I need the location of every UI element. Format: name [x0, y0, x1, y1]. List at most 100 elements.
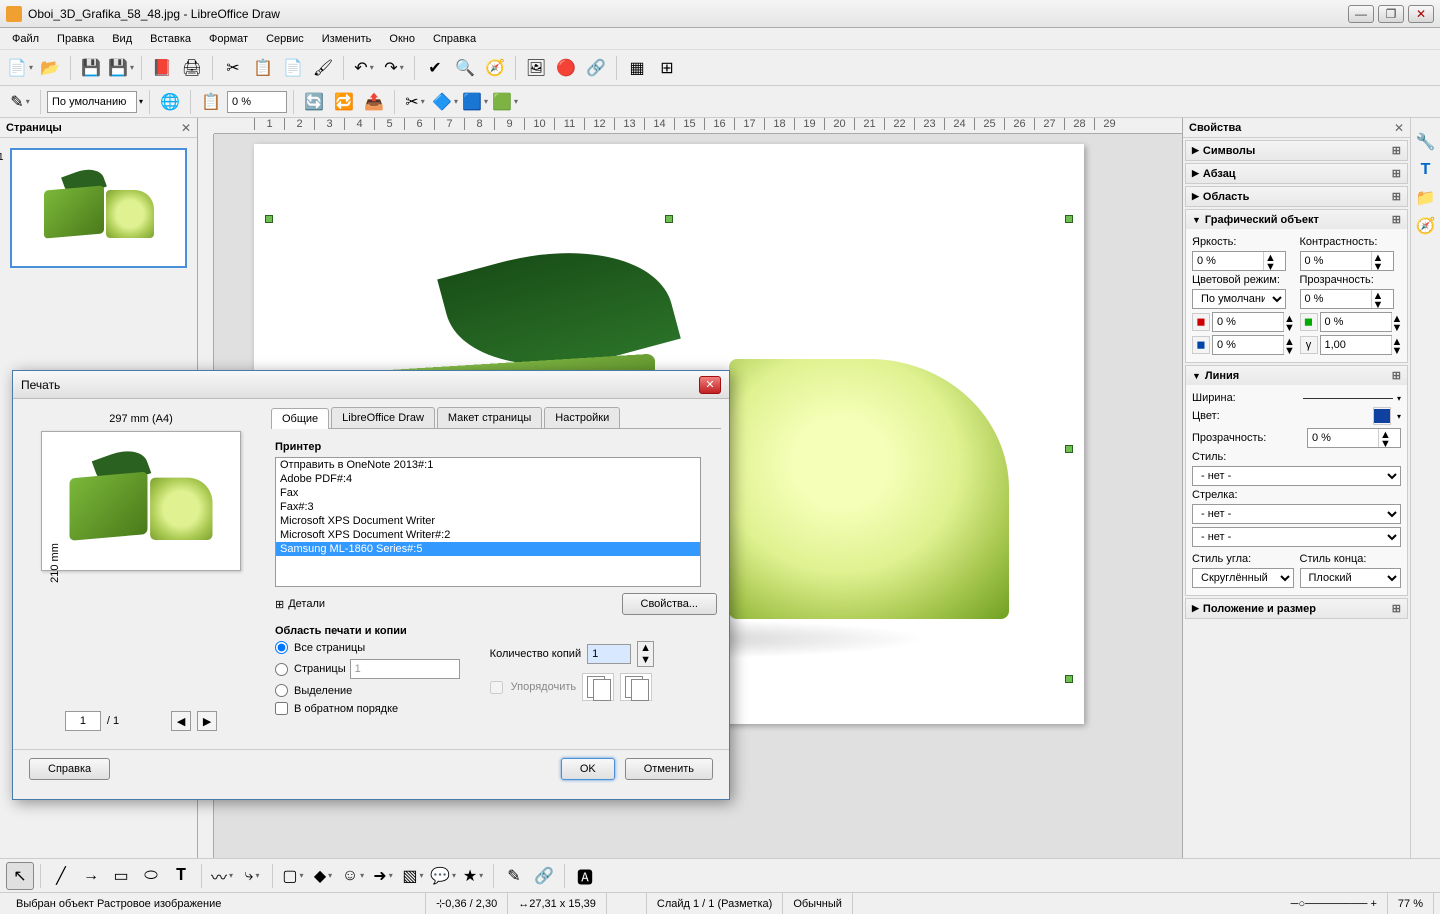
- printer-option[interactable]: Microsoft XPS Document Writer: [276, 514, 700, 528]
- new-button[interactable]: 📄▾: [6, 54, 34, 82]
- dialog-close-button[interactable]: ✕: [699, 376, 721, 394]
- brightness-input[interactable]: ▲▼: [1192, 251, 1286, 271]
- menu-view[interactable]: Вид: [104, 31, 140, 47]
- section-area[interactable]: ▶Область⊞: [1186, 187, 1407, 206]
- zoom-slider[interactable]: ─○──────── +: [1281, 893, 1388, 914]
- copy-button[interactable]: 📋: [249, 54, 277, 82]
- colormode-select[interactable]: По умолчанию: [1192, 289, 1286, 309]
- section-position[interactable]: ▶Положение и размер⊞: [1186, 599, 1407, 618]
- select-tool[interactable]: ↖: [6, 862, 34, 890]
- rotate-button[interactable]: 🔄: [300, 88, 328, 116]
- arrow-end-select[interactable]: - нет -: [1192, 527, 1401, 547]
- hyperlink-button[interactable]: 🔗: [582, 54, 610, 82]
- cancel-button[interactable]: Отменить: [625, 758, 713, 780]
- radio-all[interactable]: Все страницы: [275, 641, 460, 654]
- gallery-icon[interactable]: 📁: [1414, 186, 1438, 210]
- curve-tool[interactable]: 〰▾: [208, 862, 236, 890]
- style-combo[interactable]: [47, 91, 137, 113]
- arrow-start-select[interactable]: - нет -: [1192, 504, 1401, 524]
- mirror-button[interactable]: 🔁: [330, 88, 358, 116]
- tab-general[interactable]: Общие: [271, 408, 329, 429]
- connector-tool[interactable]: ⤷▾: [238, 862, 266, 890]
- wrench-icon[interactable]: 🔧: [1414, 130, 1438, 154]
- copies-input[interactable]: [587, 644, 631, 664]
- green-input[interactable]: ▲▼: [1320, 312, 1392, 332]
- printer-option[interactable]: Microsoft XPS Document Writer#:2: [276, 528, 700, 542]
- printer-option[interactable]: Fax#:3: [276, 500, 700, 514]
- smiley-shapes[interactable]: ☺▾: [339, 862, 367, 890]
- properties-close[interactable]: ✕: [1394, 121, 1404, 135]
- basic-shapes[interactable]: ▢▾: [279, 862, 307, 890]
- cap-select[interactable]: Плоский: [1300, 568, 1402, 588]
- blue-input[interactable]: ▲▼: [1212, 335, 1284, 355]
- grid-button[interactable]: ▦: [623, 54, 651, 82]
- line-trans-input[interactable]: ▲▼: [1307, 428, 1401, 448]
- cut-button[interactable]: ✂: [219, 54, 247, 82]
- paste-button[interactable]: 📄: [279, 54, 307, 82]
- menu-modify[interactable]: Изменить: [314, 31, 380, 47]
- ok-button[interactable]: OK: [561, 758, 615, 780]
- edit-points[interactable]: ✎: [500, 862, 528, 890]
- arrow-shape[interactable]: →: [77, 862, 105, 890]
- menu-edit[interactable]: Правка: [49, 31, 102, 47]
- compass-icon[interactable]: 🧭: [1414, 214, 1438, 238]
- red-input[interactable]: ▲▼: [1212, 312, 1284, 332]
- help-button[interactable]: Справка: [29, 758, 110, 780]
- print-button[interactable]: 🖨: [178, 54, 206, 82]
- details-label[interactable]: Детали: [288, 598, 325, 610]
- undo-button[interactable]: ↶▾: [350, 54, 378, 82]
- spacing-spin[interactable]: [227, 91, 287, 113]
- line-style-select[interactable]: - нет -: [1192, 466, 1401, 486]
- maximize-button[interactable]: ❐: [1378, 5, 1404, 23]
- glue-points[interactable]: 🔗: [530, 862, 558, 890]
- symbol-shapes[interactable]: ◆▾: [309, 862, 337, 890]
- spellcheck-button[interactable]: ✔: [421, 54, 449, 82]
- pages-panel-close[interactable]: ✕: [181, 121, 191, 135]
- navigator-button[interactable]: 🧭: [481, 54, 509, 82]
- redo-button[interactable]: ↷▾: [380, 54, 408, 82]
- printer-properties-button[interactable]: Свойства...: [622, 593, 717, 615]
- printer-option[interactable]: Fax: [276, 486, 700, 500]
- menu-insert[interactable]: Вставка: [142, 31, 199, 47]
- clipboard-icon[interactable]: 📋: [197, 88, 225, 116]
- arrow-shapes[interactable]: ➜▾: [369, 862, 397, 890]
- ellipse-shape[interactable]: ⬭: [137, 862, 165, 890]
- tab-layout[interactable]: Макет страницы: [437, 407, 542, 428]
- radio-selection[interactable]: Выделение: [275, 684, 460, 697]
- gamma-input[interactable]: ▲▼: [1320, 335, 1392, 355]
- chart-button[interactable]: 🔴: [552, 54, 580, 82]
- text-tool-icon[interactable]: T: [1414, 158, 1438, 182]
- flowchart-shapes[interactable]: ▧▾: [399, 862, 427, 890]
- color-swatch[interactable]: [1373, 407, 1391, 425]
- menu-help[interactable]: Справка: [425, 31, 484, 47]
- corner-select[interactable]: Скруглённый: [1192, 568, 1294, 588]
- line-tool[interactable]: ✎▾: [6, 88, 34, 116]
- globe-icon[interactable]: 🌐: [156, 88, 184, 116]
- saveas-button[interactable]: 💾▾: [107, 54, 135, 82]
- line-width-preview[interactable]: [1303, 398, 1393, 399]
- menu-file[interactable]: Файл: [4, 31, 47, 47]
- line-shape[interactable]: ╱: [47, 862, 75, 890]
- printer-option[interactable]: Samsung ML-1860 Series#:5: [276, 542, 700, 556]
- contrast-input[interactable]: ▲▼: [1300, 251, 1394, 271]
- menu-format[interactable]: Формат: [201, 31, 256, 47]
- tab-settings[interactable]: Настройки: [544, 407, 620, 428]
- details-expand[interactable]: ⊞: [275, 598, 284, 611]
- rect-shape[interactable]: ▭: [107, 862, 135, 890]
- preview-prev[interactable]: ◀: [171, 711, 191, 731]
- pages-input[interactable]: [350, 659, 460, 679]
- text-shape[interactable]: 𝐓: [167, 862, 195, 890]
- crop-button[interactable]: ⊞: [653, 54, 681, 82]
- tab-draw[interactable]: LibreOffice Draw: [331, 407, 435, 428]
- brush-button[interactable]: 🖌: [309, 54, 337, 82]
- preview-page-input[interactable]: [65, 711, 101, 731]
- radio-pages[interactable]: Страницы: [275, 659, 460, 679]
- exit-button[interactable]: 📤: [360, 88, 388, 116]
- printer-list[interactable]: Отправить в OneNote 2013#:1Adobe PDF#:4F…: [275, 457, 701, 587]
- zoom-value[interactable]: 77 %: [1388, 893, 1434, 914]
- menu-tools[interactable]: Сервис: [258, 31, 312, 47]
- save-button[interactable]: 💾: [77, 54, 105, 82]
- printer-option[interactable]: Отправить в OneNote 2013#:1: [276, 458, 700, 472]
- star-shapes[interactable]: ★▾: [459, 862, 487, 890]
- section-graphic[interactable]: ▼Графический объект⊞: [1186, 210, 1407, 229]
